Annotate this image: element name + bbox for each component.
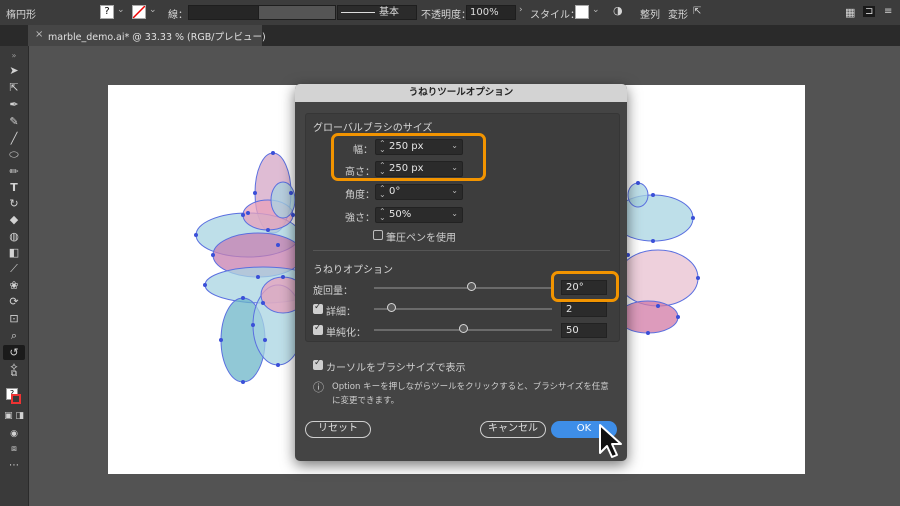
use-pressure-pen-checkbox[interactable] [373, 230, 383, 240]
stroke-weight-input[interactable] [188, 5, 268, 20]
stroke-label: 線： [168, 10, 188, 21]
fill-stroke-icon[interactable]: ? [0, 386, 28, 406]
recolor-icon[interactable]: ◑ [613, 4, 623, 17]
twirl-rate-label: 旋回量： [313, 286, 353, 297]
reset-button[interactable]: リセット [305, 421, 371, 438]
info-text-line-2: に変更できます。 [332, 396, 400, 406]
info-text-line-1: Option キーを押しながらツールをクリックすると、ブラシサイズを任意 [332, 382, 609, 392]
show-brush-size-checkbox[interactable] [313, 358, 323, 370]
opacity-input[interactable]: 100% [466, 5, 516, 20]
dialog-title: うねりツールオプション [295, 84, 627, 102]
info-icon: ⓘ [313, 381, 324, 394]
zoom-tool-icon[interactable]: ⌕ [0, 328, 28, 344]
type-tool-icon[interactable]: T [0, 180, 28, 196]
arrange-documents-icon[interactable]: ⊐ [863, 6, 876, 17]
angle-label: 角度： [345, 190, 375, 201]
screen-mode-icon[interactable]: ⧈ [0, 441, 28, 457]
show-brush-size-label: カーソルをブラシサイズで表示 [326, 363, 466, 374]
opacity-label: 不透明度： [421, 10, 471, 21]
detail-checkbox[interactable] [313, 302, 323, 314]
drawing-mode-icon[interactable]: ◉ [0, 426, 28, 442]
stepper-icon[interactable]: ⌃ ⌄ [379, 208, 386, 222]
gradient-tool-icon[interactable]: ◧ [0, 245, 28, 261]
pen-tool-icon[interactable]: ✒ [0, 97, 28, 113]
twirl-tool-icon[interactable]: ↺ [3, 345, 25, 360]
eraser-tool-icon[interactable]: ◆ [0, 212, 28, 228]
cancel-button[interactable]: キャンセル [480, 421, 546, 438]
chevron-down-icon[interactable]: ⌄ [117, 5, 125, 15]
more-tools-icon[interactable]: ⋯ [0, 458, 28, 474]
panel-grid-icon[interactable]: ▦ [845, 6, 855, 19]
intensity-label: 強さ： [345, 213, 375, 224]
rotate-tool-icon[interactable]: ↻ [0, 196, 28, 212]
twirl-rate-slider-track[interactable] [374, 287, 552, 289]
style-swatch[interactable] [575, 5, 589, 19]
intensity-input[interactable]: ⌃ ⌄ 50% ⌄ [375, 207, 463, 223]
angle-input[interactable]: ⌃ ⌄ 0° ⌄ [375, 184, 463, 200]
control-bar: 楕円形 ? ⌄ ⌄ 線： 基本 不透明度： 100% › スタイル： ⌄ ◑ 整… [0, 0, 900, 26]
tools-panel: » ➤ ⇱ ✒ ✎ ╱ ⬭ ✏ T ↻ ◆ ◍ ◧ ⟋ ❀ ⟳ ⊡ ⌕ ✦ ⟡ … [0, 46, 29, 506]
variable-width-dropdown[interactable] [258, 5, 336, 20]
line-tool-icon[interactable]: ╱ [0, 131, 28, 147]
chevron-down-icon[interactable]: ⌄ [149, 5, 157, 15]
chevron-right-icon[interactable]: › [519, 5, 523, 15]
mouse-cursor-icon [599, 424, 622, 458]
chevron-down-icon[interactable]: ⌄ [451, 209, 458, 218]
simplify-input[interactable]: 50 [561, 323, 607, 338]
transform-button[interactable]: 変形 [668, 6, 688, 21]
blend-tool-icon[interactable]: ❀ [0, 278, 28, 294]
simplify-checkbox[interactable] [313, 323, 323, 335]
object-type-label: 楕円形 [6, 10, 36, 21]
detail-input[interactable]: 2 [561, 302, 607, 317]
detail-label: 詳細： [326, 307, 356, 318]
color-mode-icon[interactable]: ▣ ◨ [0, 408, 28, 424]
artboard-tool-icon[interactable]: ⊡ [0, 311, 28, 327]
shape-builder-tool-icon[interactable]: ◍ [0, 229, 28, 245]
simplify-slider-thumb[interactable] [458, 324, 468, 333]
style-label: スタイル： [530, 10, 580, 21]
twirl-options-heading: うねりオプション [313, 265, 393, 276]
simplify-label: 単純化： [326, 328, 366, 339]
curvature-tool-icon[interactable]: ✎ [0, 114, 28, 130]
twirl-rate-highlight [551, 271, 619, 302]
eyedropper-tool-icon[interactable]: ⟋ [0, 261, 28, 277]
global-brush-size-heading: グローバルブラシのサイズ [313, 123, 433, 134]
stepper-icon[interactable]: ⌃ ⌄ [379, 185, 386, 199]
size-fields-highlight [331, 133, 486, 181]
stroke-swatch[interactable] [132, 5, 146, 19]
divider [313, 250, 610, 251]
paintbrush-tool-icon[interactable]: ✏ [0, 164, 28, 180]
align-button[interactable]: 整列 [640, 6, 660, 21]
fill-swatch[interactable]: ? [100, 5, 114, 19]
layer-mode-icon[interactable]: ⧉ [0, 366, 28, 382]
symbol-sprayer-tool-icon[interactable]: ⟳ [0, 294, 28, 310]
more-options-icon[interactable]: ⇱ [693, 6, 701, 17]
brush-stroke-preview [341, 11, 375, 13]
document-tab-title: marble_demo.ai* @ 33.33 % (RGB/プレビュー) [48, 32, 266, 43]
ellipse-tool-icon[interactable]: ⬭ [0, 147, 28, 163]
workspace-menu-icon[interactable]: ≡ [884, 6, 892, 17]
selection-tool-icon[interactable]: ➤ [0, 63, 28, 79]
chevron-down-icon[interactable]: ⌄ [451, 186, 458, 195]
close-icon[interactable]: × [35, 29, 43, 40]
chevron-down-icon[interactable]: ⌄ [592, 5, 600, 15]
direct-selection-tool-icon[interactable]: ⇱ [0, 80, 28, 96]
document-tab[interactable]: × marble_demo.ai* @ 33.33 % (RGB/プレビュー) [28, 25, 266, 46]
brush-label: 基本 [379, 7, 399, 18]
brush-definition-dropdown[interactable]: 基本 [337, 5, 417, 20]
use-pressure-pen-label: 筆圧ペンを使用 [386, 233, 456, 244]
collapse-icon[interactable]: » [0, 48, 28, 64]
detail-slider-track[interactable] [374, 308, 552, 310]
